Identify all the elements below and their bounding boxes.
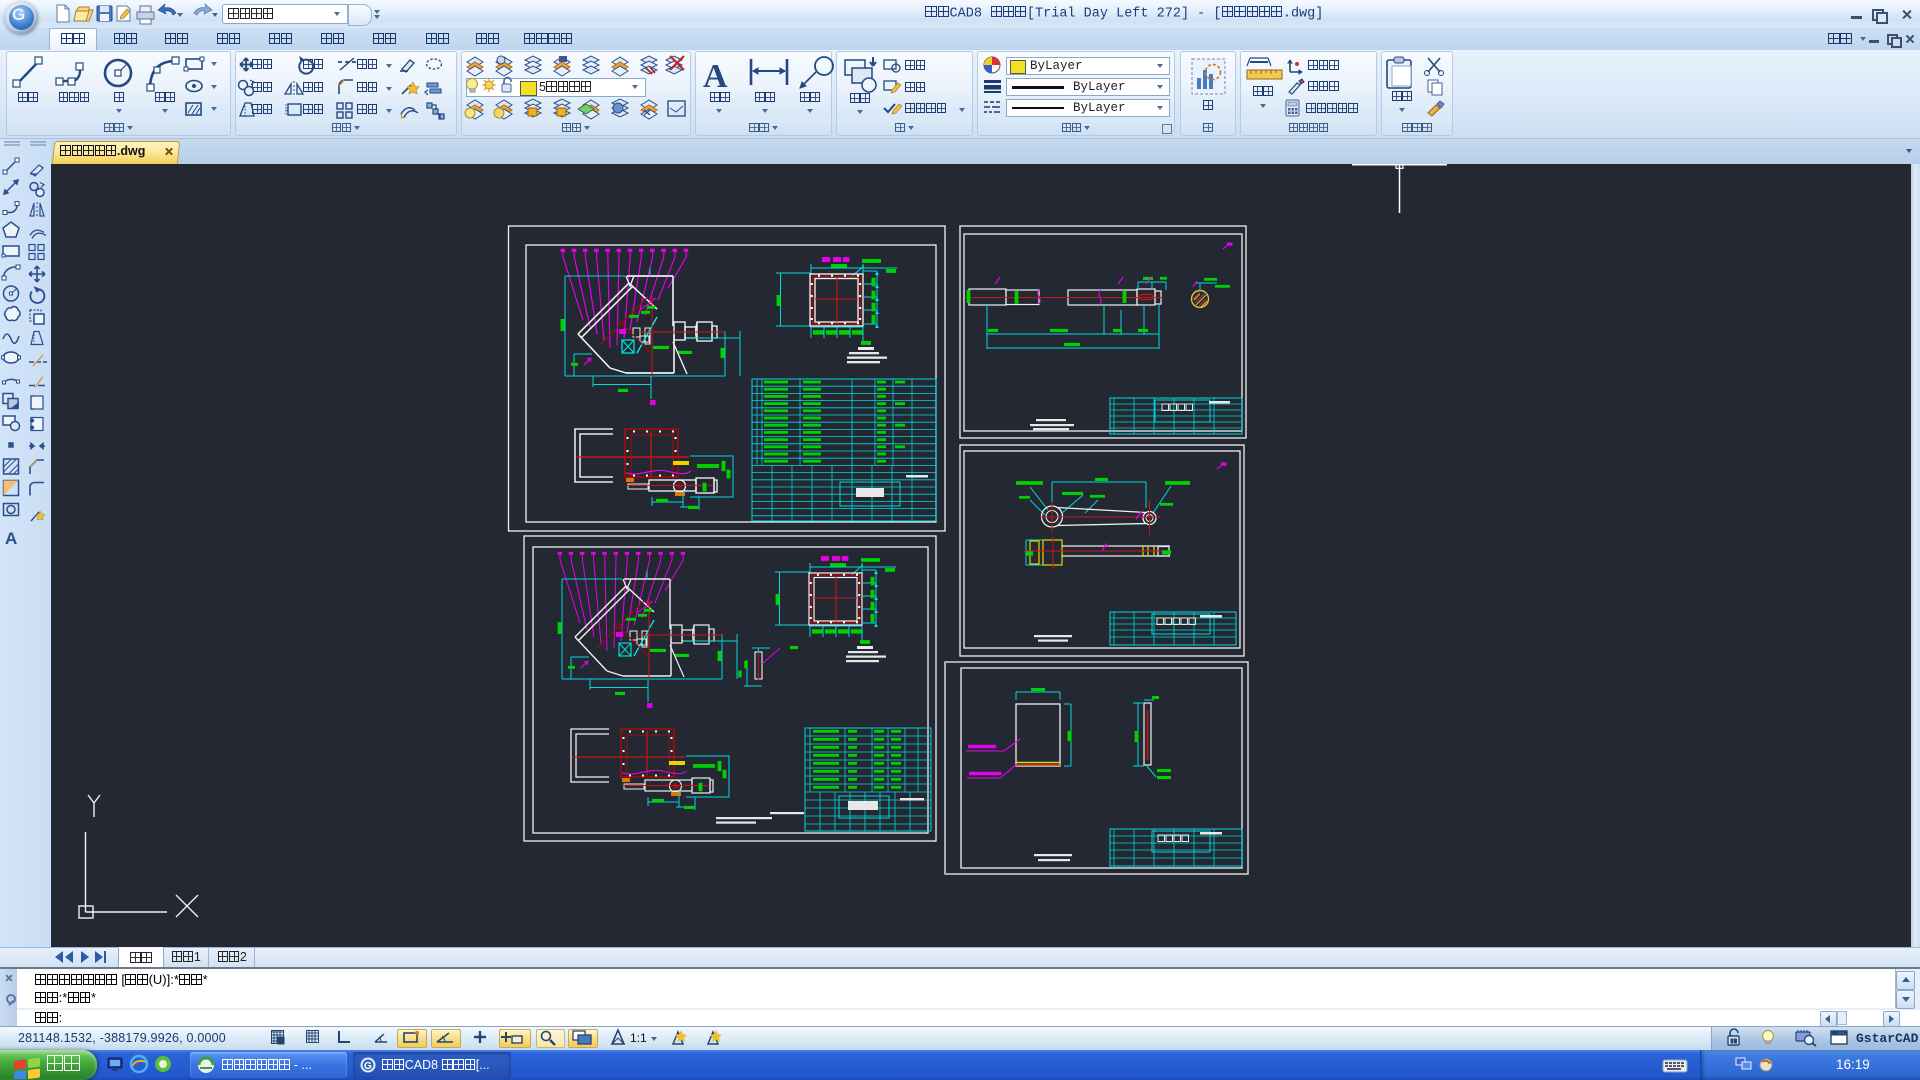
- svg-text:1:1: 1:1: [630, 1031, 647, 1045]
- svg-text:A: A: [703, 58, 728, 95]
- svg-text:G: G: [364, 1061, 372, 1072]
- svg-text:A: A: [5, 529, 17, 548]
